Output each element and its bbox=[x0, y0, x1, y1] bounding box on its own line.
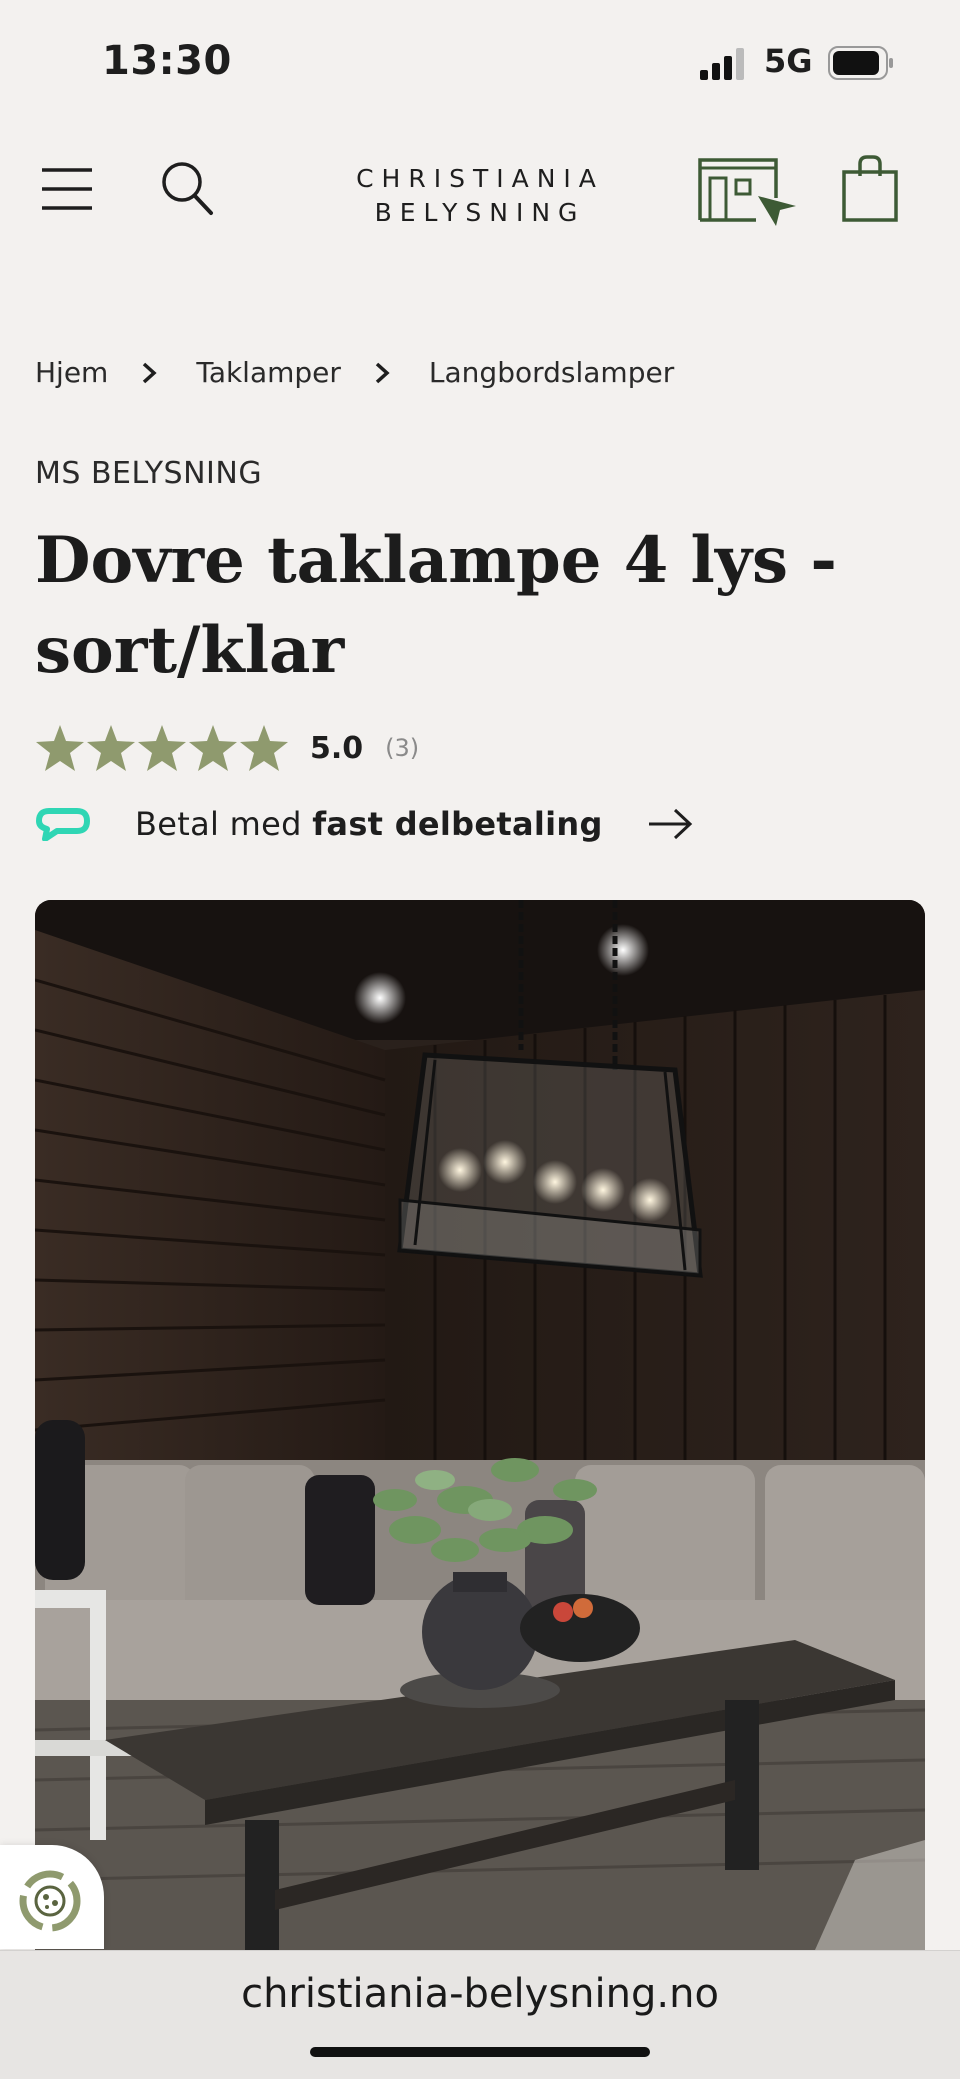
payment-text-bold: fast delbetaling bbox=[312, 805, 603, 843]
chevron-right-icon bbox=[375, 362, 390, 383]
search-icon[interactable] bbox=[160, 160, 214, 216]
product-photo bbox=[35, 900, 925, 1950]
status-time: 13:30 bbox=[102, 38, 232, 84]
rating-stars bbox=[35, 724, 290, 772]
payment-text: Betal med fast delbetaling bbox=[135, 805, 603, 843]
status-bar: 13:30 5G bbox=[0, 0, 960, 120]
browser-url-bar[interactable]: christiania-belysning.no bbox=[0, 1950, 960, 2079]
star-icon bbox=[189, 725, 237, 771]
product-brand[interactable]: MS BELYSNING bbox=[35, 456, 262, 491]
url-text: christiania-belysning.no bbox=[241, 1971, 719, 2017]
breadcrumb: Hjem Taklamper Langbordslamper bbox=[35, 356, 674, 389]
star-icon bbox=[138, 725, 186, 771]
menu-icon[interactable] bbox=[40, 166, 94, 212]
product-rating[interactable]: 5.0 (3) bbox=[35, 724, 419, 772]
rating-value: 5.0 bbox=[310, 730, 364, 766]
chevron-right-icon bbox=[143, 362, 157, 383]
site-header: CHRISTIANIA BELYSNING bbox=[0, 130, 960, 250]
product-image[interactable] bbox=[35, 900, 925, 1950]
star-icon bbox=[240, 725, 288, 771]
cart-icon[interactable] bbox=[840, 154, 900, 224]
breadcrumb-home[interactable]: Hjem bbox=[35, 356, 108, 389]
star-icon bbox=[87, 725, 135, 771]
star-icon bbox=[36, 725, 84, 771]
network-label: 5G bbox=[764, 42, 813, 80]
payment-option[interactable]: Betal med fast delbetaling bbox=[35, 805, 693, 843]
cookie-icon bbox=[19, 1870, 81, 1932]
breadcrumb-langbordslamper[interactable]: Langbordslamper bbox=[429, 356, 674, 389]
battery-icon bbox=[828, 46, 893, 80]
showroom-icon[interactable] bbox=[696, 154, 800, 230]
logo-line-1: CHRISTIANIA bbox=[356, 164, 604, 193]
breadcrumb-taklamper[interactable]: Taklamper bbox=[196, 356, 341, 389]
cookie-settings-button[interactable] bbox=[0, 1845, 104, 1949]
site-logo[interactable]: CHRISTIANIA BELYSNING bbox=[330, 162, 630, 230]
logo-line-2: BELYSNING bbox=[374, 198, 586, 227]
home-indicator[interactable] bbox=[310, 2047, 650, 2057]
rating-count: (3) bbox=[385, 734, 420, 762]
signal-icon bbox=[700, 48, 744, 80]
klarna-icon bbox=[36, 808, 90, 841]
arrow-right-icon bbox=[648, 808, 692, 840]
product-title: Dovre taklampe 4 lys - sort/klar bbox=[35, 523, 837, 688]
payment-text-regular: Betal med bbox=[135, 805, 313, 843]
